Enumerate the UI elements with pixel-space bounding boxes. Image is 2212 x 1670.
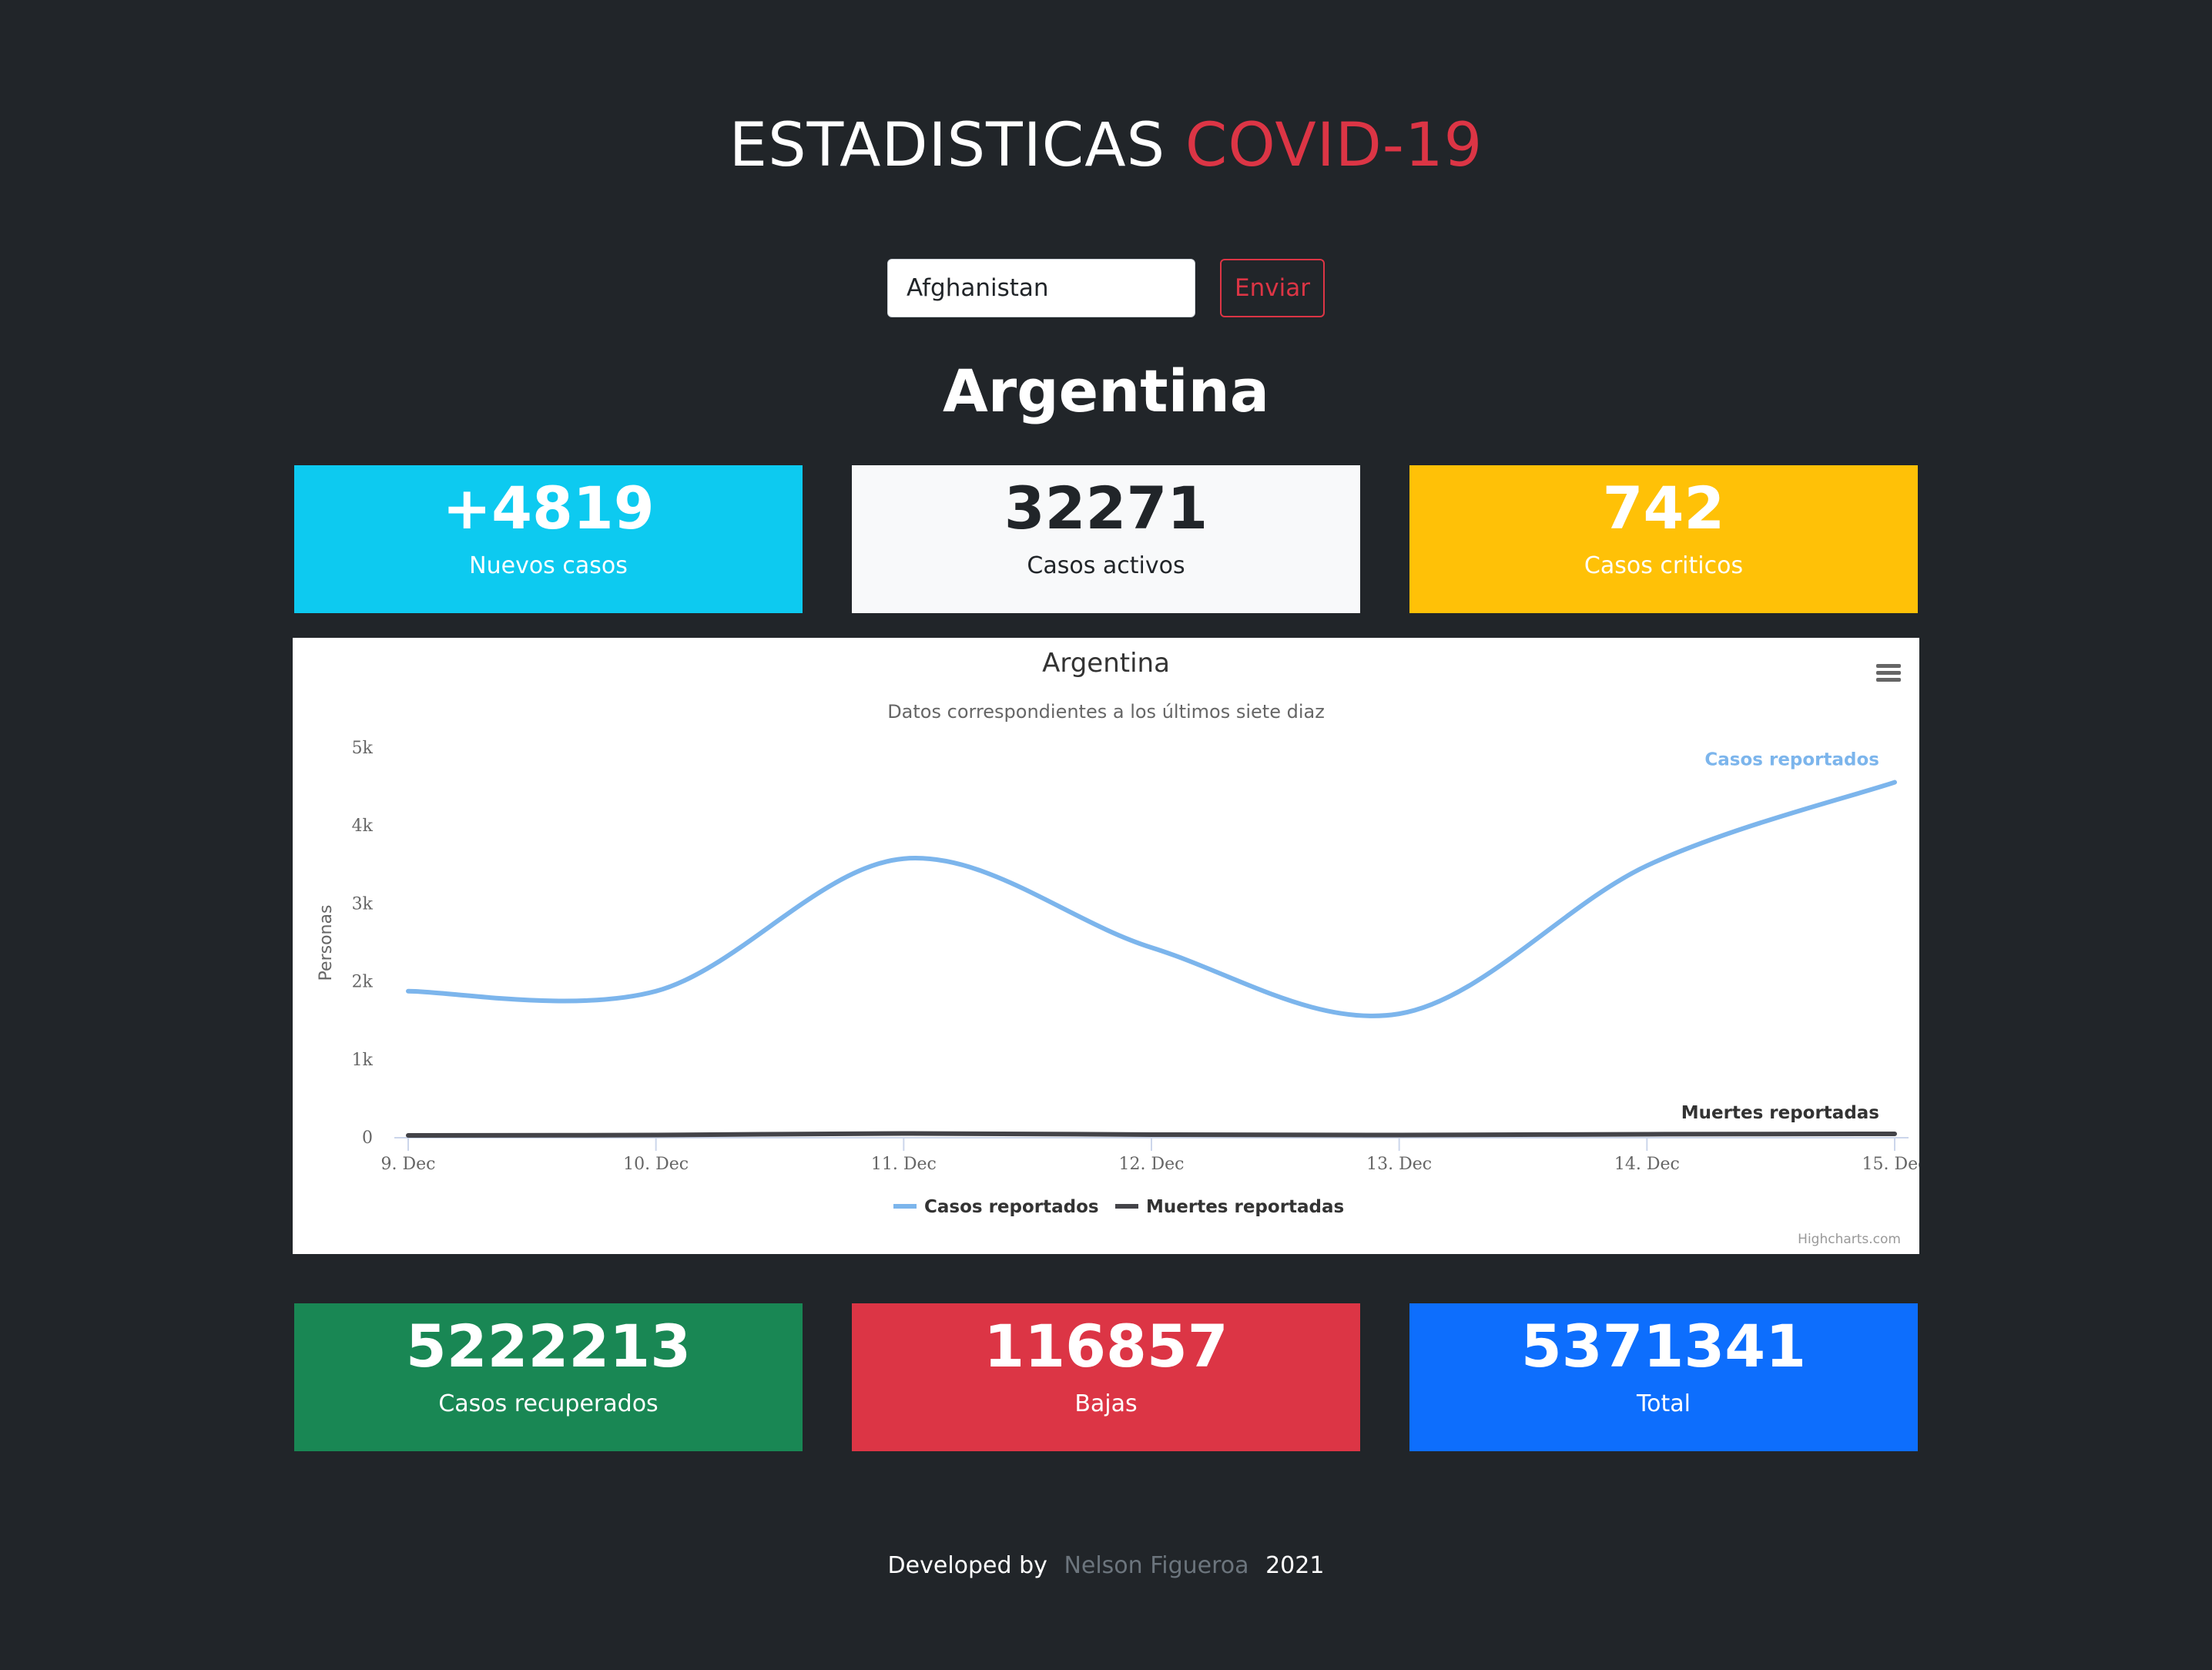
chart-y-tick-label: 1k <box>352 1051 374 1070</box>
chart-y-axis-label: Personas <box>317 905 336 981</box>
chart-legend-item[interactable]: Casos reportados <box>924 1197 1099 1217</box>
chart-y-tick-label: 3k <box>352 894 374 914</box>
title-accent: COVID-19 <box>1185 111 1483 180</box>
chart-x-tick-label: 12. Dec <box>1119 1155 1185 1174</box>
stat-label: Nuevos casos <box>469 552 628 579</box>
chart-x-tick-label: 15. Dec <box>1862 1155 1919 1174</box>
stat-value: 5371341 <box>1520 1312 1807 1380</box>
chart-y-tick-label: 5k <box>352 739 374 758</box>
chart-series-line-1[interactable] <box>406 780 1897 1018</box>
stat-label: Casos recuperados <box>438 1390 659 1417</box>
line-chart: Argentina Datos correspondientes a los ú… <box>317 648 1919 1247</box>
chart-y-tick-label: 2k <box>352 973 374 992</box>
stat-value: 116857 <box>984 1312 1228 1380</box>
chart-y-tick-label: 4k <box>352 817 374 836</box>
stat-card-recovered: 5222213 Casos recuperados <box>294 1303 803 1451</box>
chart-x-tick-label: 11. Dec <box>871 1155 937 1174</box>
stat-card-new-cases: +4819 Nuevos casos <box>294 465 803 613</box>
chart-x-tick-label: 10. Dec <box>623 1155 689 1174</box>
chart-x-tick-label: 9. Dec <box>381 1155 436 1174</box>
stat-card-critical-cases: 742 Casos criticos <box>1409 465 1918 613</box>
page-title: ESTADISTICAS COVID-19 <box>0 116 2212 176</box>
stat-value: 742 <box>1602 474 1725 542</box>
chart-series-line-2[interactable] <box>406 1131 1897 1138</box>
chart-title: Argentina <box>1042 648 1170 679</box>
stat-card-active-cases: 32271 Casos activos <box>852 465 1360 613</box>
stat-label: Bajas <box>1074 1390 1138 1417</box>
footer: Developed by Nelson Figueroa 2021 <box>0 1554 2212 1578</box>
country-input[interactable] <box>887 259 1195 317</box>
stat-label: Casos criticos <box>1584 552 1744 579</box>
chart-credits[interactable]: Highcharts.com <box>1798 1232 1901 1247</box>
stat-card-total: 5371341 Total <box>1409 1303 1918 1451</box>
stat-value: 32271 <box>1004 474 1208 542</box>
stat-label: Total <box>1636 1390 1691 1417</box>
chart-subtitle: Datos correspondientes a los últimos sie… <box>887 701 1325 723</box>
title-main: ESTADISTICAS <box>729 111 1166 180</box>
submit-button[interactable]: Enviar <box>1220 259 1325 317</box>
stat-value: 5222213 <box>405 1312 692 1380</box>
page: ESTADISTICAS COVID-19 Enviar Argentina +… <box>0 0 2212 1670</box>
chart-menu-icon[interactable] <box>1875 659 1902 687</box>
chart-series-end-label: Muertes reportadas <box>1681 1103 1879 1123</box>
footer-year: 2021 <box>1265 1552 1325 1579</box>
chart-y-tick-label: 0 <box>362 1128 373 1148</box>
chart-x-tick-label: 14. Dec <box>1614 1155 1680 1174</box>
stat-label: Casos activos <box>1027 552 1185 579</box>
stat-value: +4819 <box>442 474 655 542</box>
country-title: Argentina <box>942 357 1270 425</box>
stat-card-deaths: 116857 Bajas <box>852 1303 1360 1451</box>
chart-x-tick-label: 13. Dec <box>1366 1155 1432 1174</box>
chart-legend-item[interactable]: Muertes reportadas <box>1146 1197 1344 1217</box>
author-link[interactable]: Nelson Figueroa <box>1064 1552 1248 1579</box>
footer-prefix: Developed by <box>887 1552 1047 1579</box>
chart-series-end-label: Casos reportados <box>1704 750 1879 770</box>
chart-container: Argentina Datos correspondientes a los ú… <box>293 638 1919 1254</box>
